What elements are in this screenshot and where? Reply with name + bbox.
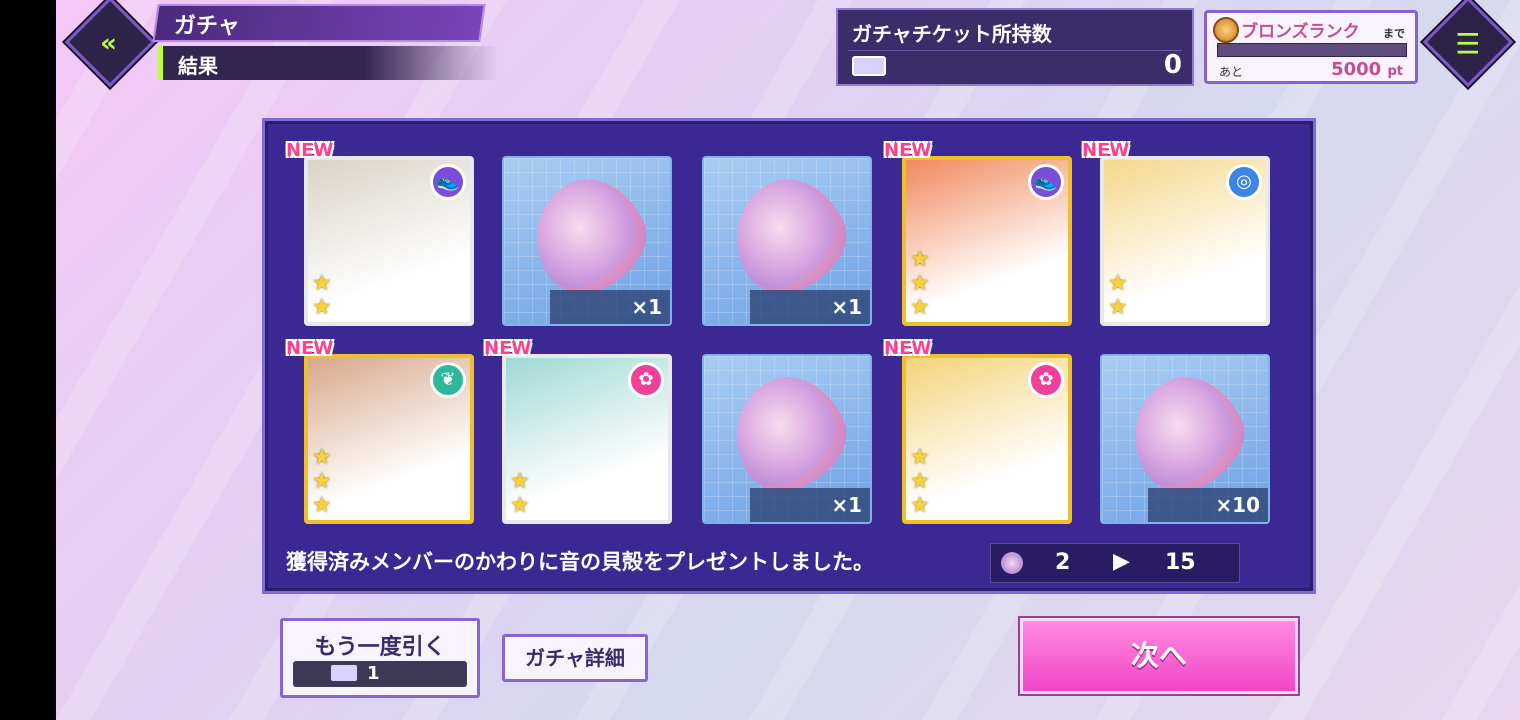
- shell-message: 獲得済みメンバーのかわりに音の貝殻をプレゼントしました。: [286, 550, 874, 574]
- rank-points-value: 5000: [1331, 59, 1382, 80]
- draw-again-label: もう一度引く: [314, 635, 446, 660]
- new-badge: NEW: [286, 338, 334, 359]
- left-letterbox: [0, 0, 56, 720]
- rank-points: 5000 pt: [1331, 59, 1403, 80]
- rarity-stars: ★★: [1108, 271, 1128, 320]
- leaf-icon: ❦: [430, 362, 466, 398]
- reward-quantity: ×10: [1148, 488, 1268, 522]
- back-arrow-icon: «: [100, 28, 117, 59]
- rarity-stars: ★★★: [910, 247, 930, 320]
- shell-count-box: 2 ▶ 15: [990, 543, 1240, 583]
- rarity-stars: ★★: [510, 469, 530, 518]
- member-card[interactable]: ✿ ★★: [502, 354, 672, 524]
- ticket-label: ガチャチケット所持数: [852, 22, 1052, 46]
- new-badge: NEW: [1082, 140, 1130, 161]
- member-card[interactable]: ❦ ★★★: [304, 354, 474, 524]
- shell-reward-card[interactable]: ×1: [702, 354, 872, 524]
- reward-quantity: ×1: [550, 290, 670, 324]
- draw-again-cost-value: 1: [367, 663, 380, 684]
- ticket-count: 0: [1163, 50, 1182, 80]
- ticket-panel: ガチャチケット所持数 0: [836, 8, 1194, 86]
- page-title: ガチャ: [174, 14, 240, 39]
- rarity-stars: ★★: [312, 271, 332, 320]
- arrow-right-icon: ▶: [1113, 549, 1130, 574]
- rank-suffix: まで: [1383, 27, 1405, 40]
- rarity-stars: ★★★: [910, 445, 930, 518]
- shell-icon: [1001, 552, 1023, 574]
- next-button[interactable]: 次へ: [1020, 618, 1298, 694]
- shell-reward-card[interactable]: ×1: [502, 156, 672, 326]
- page-subtitle: 結果: [178, 54, 218, 78]
- shoe-icon: 👟: [430, 164, 466, 200]
- reward-quantity: ×1: [750, 488, 870, 522]
- shell-reward-card[interactable]: ×1: [702, 156, 872, 326]
- ticket-icon: [852, 56, 886, 76]
- shoe-icon: 👟: [1028, 164, 1064, 200]
- swirl-icon: ◎: [1226, 164, 1262, 200]
- bronze-medal-icon: [1213, 17, 1239, 43]
- ticket-divider: [848, 50, 1182, 51]
- rank-panel[interactable]: ブロンズランク まで あと 5000 pt: [1204, 10, 1418, 84]
- reward-quantity: ×1: [750, 290, 870, 324]
- new-badge: NEW: [884, 338, 932, 359]
- rank-remaining-label: あと: [1219, 65, 1244, 79]
- new-badge: NEW: [884, 140, 932, 161]
- draw-again-button[interactable]: もう一度引く 1: [280, 618, 480, 698]
- shell-count-after: 15: [1165, 550, 1196, 575]
- shell-count-before: 2: [1055, 550, 1071, 575]
- new-badge: NEW: [286, 140, 334, 161]
- shell-reward-card[interactable]: ×10: [1100, 354, 1270, 524]
- gacha-detail-button[interactable]: ガチャ詳細: [502, 634, 648, 682]
- member-card[interactable]: 👟 ★★★: [902, 156, 1072, 326]
- list-menu-icon: ☰: [1455, 27, 1481, 61]
- rank-label: ブロンズランク: [1241, 22, 1360, 42]
- rank-progress-bar: [1217, 43, 1407, 57]
- member-card[interactable]: 👟 ★★: [304, 156, 474, 326]
- rarity-stars: ★★★: [312, 445, 332, 518]
- ticket-icon: [331, 665, 357, 681]
- draw-again-cost: 1: [293, 661, 467, 687]
- member-card[interactable]: ✿ ★★★: [902, 354, 1072, 524]
- member-card[interactable]: ◎ ★★: [1100, 156, 1270, 326]
- bow-icon: ✿: [1028, 362, 1064, 398]
- new-badge: NEW: [484, 338, 532, 359]
- rank-points-unit: pt: [1387, 64, 1403, 79]
- bow-icon: ✿: [628, 362, 664, 398]
